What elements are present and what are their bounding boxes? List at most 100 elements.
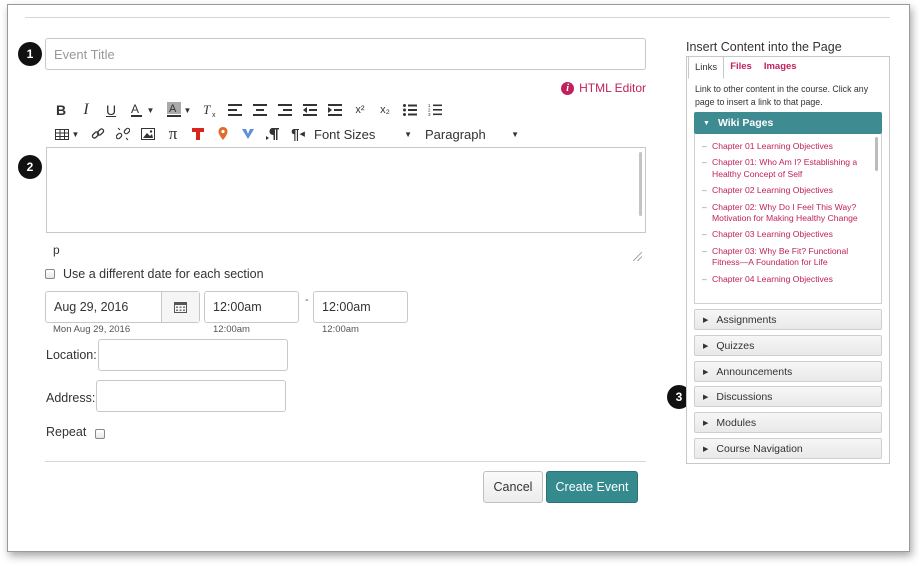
- list-item[interactable]: – Chapter 02 Learning Objectives: [695, 185, 881, 196]
- location-label: Location:: [46, 348, 97, 362]
- numbered-list-button[interactable]: 123: [426, 101, 444, 119]
- highlight-icon: A: [166, 102, 181, 117]
- wiki-pages-list: – Chapter 01 Learning Objectives – Chapter…: [694, 134, 882, 304]
- background-color-button[interactable]: A ▼: [164, 101, 194, 119]
- chevron-down-icon: ▼: [404, 129, 412, 139]
- outdent-button[interactable]: [301, 101, 319, 119]
- sidebar-section-quizzes[interactable]: ▶ Quizzes: [694, 335, 882, 356]
- ltr-button[interactable]: [264, 125, 282, 143]
- different-date-label: Use a different date for each section: [63, 267, 264, 281]
- list-item[interactable]: – Chapter 01 Learning Objectives: [695, 141, 881, 152]
- date-value: Aug 29, 2016: [54, 300, 129, 314]
- rich-text-editor-body[interactable]: [46, 147, 646, 233]
- repeat-checkbox[interactable]: [95, 429, 105, 439]
- align-right-button[interactable]: [276, 101, 294, 119]
- tab-files[interactable]: Files: [724, 56, 758, 79]
- clear-format-icon: Tx: [203, 102, 216, 118]
- chevron-v-icon: [242, 129, 254, 139]
- event-title-input[interactable]: [45, 38, 646, 70]
- start-time-field[interactable]: 12:00am: [204, 291, 299, 323]
- sidebar-section-assignments[interactable]: ▶ Assignments: [694, 309, 882, 330]
- editor-resize-handle[interactable]: [633, 252, 642, 261]
- chevron-down-icon: ▼: [511, 129, 519, 139]
- text-color-button[interactable]: A ▼: [127, 101, 157, 119]
- caret-right-icon: ▶: [703, 368, 709, 376]
- link-button[interactable]: [89, 125, 107, 143]
- map-marker-button[interactable]: [214, 125, 232, 143]
- underline-button[interactable]: U: [102, 101, 120, 119]
- callout-badge-1: 1: [18, 42, 42, 66]
- bullet-list-button[interactable]: [401, 101, 419, 119]
- caret-right-icon: ▶: [703, 316, 709, 324]
- list-item[interactable]: – Chapter 01: Who Am I? Establishing a He…: [695, 157, 881, 180]
- different-date-checkbox[interactable]: [45, 269, 55, 279]
- editor-toolbar-row-2: ▼ π ¶ ◀ Font Sizes ▼ Paragraph ▼: [52, 124, 526, 143]
- italic-button[interactable]: I: [77, 101, 95, 119]
- math-equation-button[interactable]: π: [164, 124, 182, 143]
- text-color-icon: A: [130, 102, 142, 117]
- different-date-option[interactable]: Use a different date for each section: [45, 267, 264, 281]
- html-editor-link[interactable]: i HTML Editor: [561, 81, 646, 95]
- align-left-button[interactable]: [226, 101, 244, 119]
- date-field[interactable]: Aug 29, 2016: [45, 291, 200, 323]
- list-item[interactable]: – Chapter 02: Why Do I Feel This Way? Mot…: [695, 202, 881, 225]
- time-range-separator: -: [305, 294, 309, 306]
- indent-button[interactable]: [326, 101, 344, 119]
- lti-tool-button[interactable]: [239, 125, 257, 143]
- align-center-button[interactable]: [251, 101, 269, 119]
- list-item[interactable]: – Chapter 04 Learning Objectives: [695, 274, 881, 285]
- caret-right-icon: ▶: [703, 393, 709, 401]
- editor-scrollbar[interactable]: [639, 152, 642, 216]
- rtl-button[interactable]: ¶ ◀: [289, 125, 307, 143]
- sidebar-section-discussions[interactable]: ▶ Discussions: [694, 386, 882, 407]
- outdent-icon: [303, 104, 317, 116]
- font-sizes-dropdown[interactable]: Font Sizes ▼: [314, 125, 412, 143]
- svg-text:A: A: [131, 102, 139, 116]
- image-button[interactable]: [139, 125, 157, 143]
- html-editor-label: HTML Editor: [579, 81, 646, 95]
- end-time-field[interactable]: 12:00am: [313, 291, 408, 323]
- info-icon: i: [561, 81, 575, 95]
- list-item[interactable]: – Chapter 03: Why Be Fit? Functional Fitn…: [695, 246, 881, 269]
- location-input[interactable]: [98, 339, 288, 371]
- editor-toolbar-row-1: B I U A ▼ A ▼ Tx x² x₂ 123: [52, 101, 451, 119]
- clear-formatting-button[interactable]: Tx: [201, 101, 219, 119]
- wiki-list-scrollbar[interactable]: [875, 137, 878, 171]
- sidebar-tabs: Links Files Images: [688, 56, 803, 79]
- superscript-button[interactable]: x²: [351, 101, 369, 119]
- unlink-icon: [116, 127, 130, 141]
- bold-button[interactable]: B: [52, 101, 70, 119]
- cancel-button[interactable]: Cancel: [483, 471, 543, 503]
- align-center-icon: [253, 104, 267, 116]
- svg-text:T: T: [203, 102, 211, 117]
- wiki-pages-section[interactable]: ▼ Wiki Pages: [694, 112, 882, 134]
- tab-links[interactable]: Links: [688, 56, 725, 79]
- unlink-button[interactable]: [114, 125, 132, 143]
- table-button[interactable]: ▼: [52, 125, 82, 143]
- paragraph-format-dropdown[interactable]: Paragraph ▼: [425, 125, 519, 143]
- list-item[interactable]: – Chapter 03 Learning Objectives: [695, 229, 881, 240]
- end-time-value: 12:00am: [322, 300, 371, 314]
- caret-right-icon: ▶: [703, 419, 709, 427]
- end-time-hint: 12:00am: [322, 324, 359, 335]
- tab-images[interactable]: Images: [758, 56, 803, 79]
- font-sizes-label: Font Sizes: [314, 126, 376, 142]
- caret-right-icon: ▶: [703, 445, 709, 453]
- top-divider: [25, 17, 890, 18]
- address-label: Address:: [46, 391, 96, 405]
- element-path-indicator: p: [53, 243, 60, 257]
- create-event-button[interactable]: Create Event: [546, 471, 638, 503]
- caret-down-icon: ▼: [703, 119, 710, 127]
- address-input[interactable]: [96, 380, 286, 412]
- sidebar-section-announcements[interactable]: ▶ Announcements: [694, 361, 882, 382]
- embed-media-button[interactable]: [189, 125, 207, 143]
- sidebar-title: Insert Content into the Page: [686, 40, 842, 54]
- calendar-button[interactable]: [161, 292, 199, 322]
- table-icon: [54, 128, 69, 140]
- sidebar-section-course-navigation[interactable]: ▶ Course Navigation: [694, 438, 882, 459]
- bullet-list-icon: [403, 104, 417, 116]
- subscript-button[interactable]: x₂: [376, 101, 394, 119]
- svg-text:x: x: [212, 112, 216, 118]
- sidebar-section-modules[interactable]: ▶ Modules: [694, 412, 882, 433]
- callout-badge-2: 2: [18, 155, 42, 179]
